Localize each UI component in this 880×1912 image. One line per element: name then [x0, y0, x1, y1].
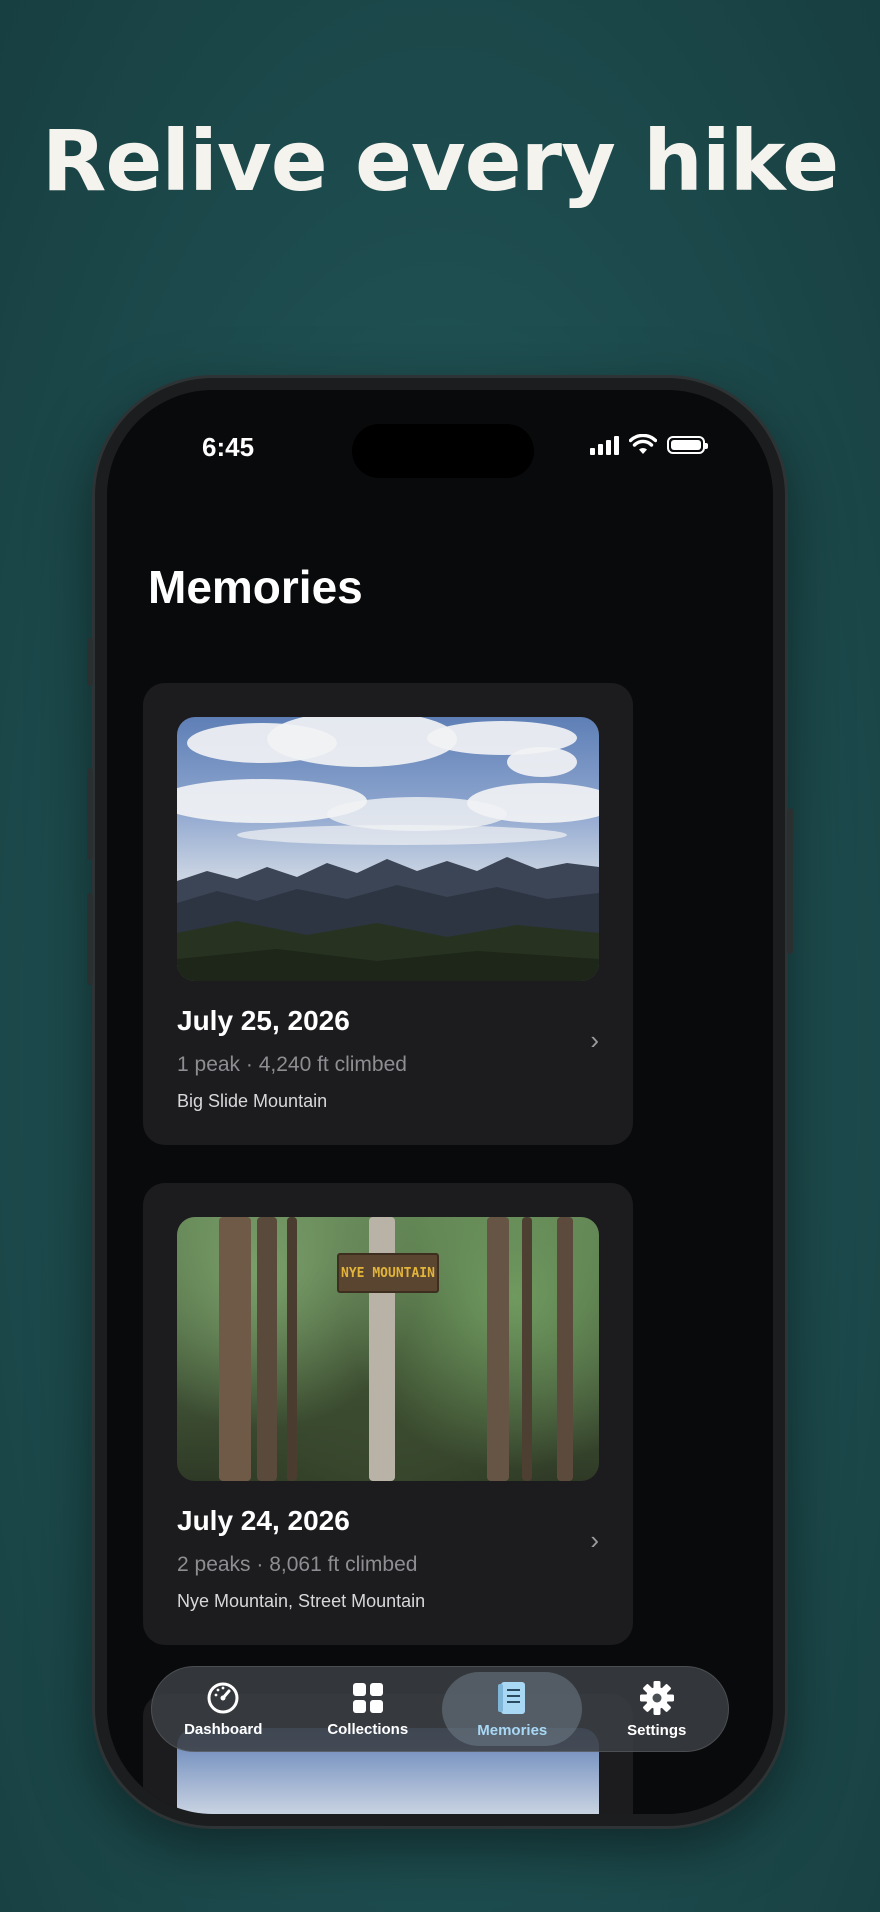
dynamic-island — [352, 424, 534, 478]
memory-card-1[interactable]: July 25, 2026 1 peak · 4,240 ft climbed … — [143, 683, 633, 1145]
trail-sign: NYE MOUNTAIN — [337, 1253, 439, 1293]
memory-photo-landscape — [177, 717, 599, 981]
silent-switch — [87, 638, 93, 686]
tab-label: Dashboard — [184, 1720, 263, 1738]
status-icons — [590, 434, 708, 456]
phone-frame: 6:45 Memories July 25, 2026 1 peak · 4,2… — [87, 378, 793, 1826]
tab-label: Settings — [627, 1721, 687, 1739]
signal-icon — [590, 435, 619, 455]
tab-collections[interactable]: Collections — [298, 1672, 438, 1746]
memory-stats: 2 peaks · 8,061 ft climbed — [177, 1553, 418, 1576]
memory-stats: 1 peak · 4,240 ft climbed — [177, 1053, 407, 1076]
memory-peaks: Nye Mountain, Street Mountain — [177, 1591, 426, 1611]
tab-label: Collections — [327, 1720, 409, 1738]
page-title: Memories — [148, 561, 363, 613]
memory-date: July 25, 2026 — [177, 1005, 350, 1036]
headline: Relive every hike — [41, 112, 840, 210]
memory-peaks: Big Slide Mountain — [177, 1091, 328, 1111]
status-time: 6:45 — [202, 432, 255, 462]
tab-dashboard[interactable]: Dashboard — [153, 1672, 293, 1746]
gear-icon — [639, 1680, 674, 1715]
tab-label: Memories — [477, 1721, 548, 1739]
grid-icon — [352, 1682, 383, 1713]
speedometer-icon — [207, 1682, 239, 1713]
power-button — [787, 808, 793, 954]
memory-photo-forest: NYE MOUNTAIN — [177, 1217, 599, 1481]
wifi-icon — [629, 434, 657, 454]
tab-memories[interactable]: Memories — [442, 1672, 583, 1746]
tab-settings[interactable]: Settings — [587, 1672, 727, 1746]
journal-icon — [498, 1681, 526, 1714]
memory-card-2[interactable]: NYE MOUNTAIN July 24, 2026 2 peaks · 8,0… — [143, 1183, 633, 1645]
chevron-right-icon: › — [590, 1025, 599, 1055]
battery-icon — [667, 436, 708, 454]
memory-date: July 24, 2026 — [177, 1505, 350, 1536]
tab-bar: Dashboard Collections Memories Settings — [151, 1666, 729, 1752]
volume-up-button — [87, 768, 93, 860]
chevron-right-icon: › — [590, 1525, 599, 1555]
volume-down-button — [87, 893, 93, 985]
screen: 6:45 Memories July 25, 2026 1 peak · 4,2… — [107, 390, 773, 1814]
